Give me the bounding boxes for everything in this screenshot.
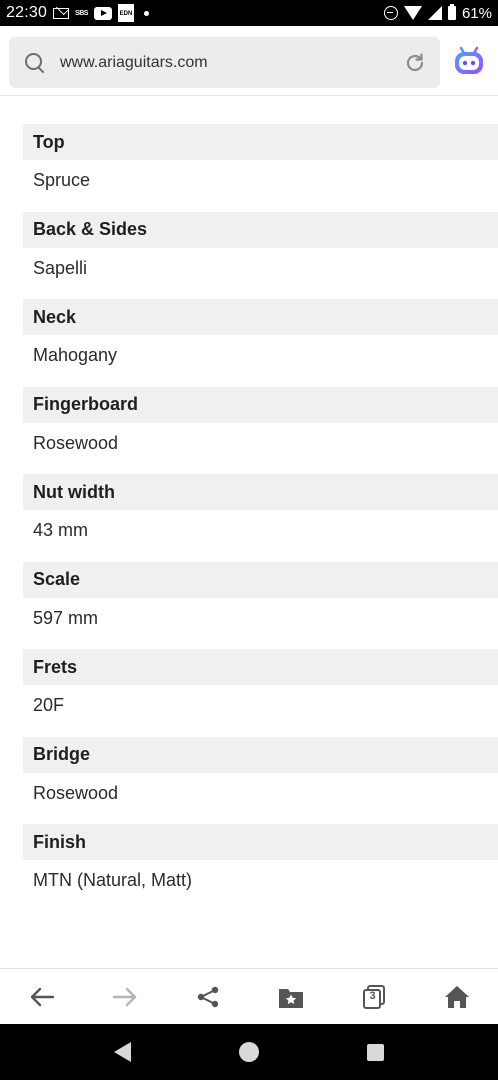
spec-label: Top <box>23 124 498 160</box>
back-arrow-icon <box>30 987 54 1006</box>
spec-value: MTN (Natural, Matt) <box>33 870 193 890</box>
spec-label: Scale <box>23 561 498 598</box>
signal-icon <box>427 6 442 20</box>
tabs-button[interactable]: 3 <box>354 977 394 1017</box>
forward-button[interactable] <box>105 977 145 1017</box>
spec-value: Rosewood <box>33 432 119 453</box>
edn-app-icon: EDN <box>117 4 134 22</box>
nav-home-icon[interactable] <box>239 1042 259 1062</box>
browser-bottom-toolbar: 3 <box>0 968 498 1024</box>
share-button[interactable] <box>188 977 228 1017</box>
address-bar[interactable]: www.ariaguitars.com <box>9 37 440 88</box>
battery-percent: 61% <box>461 4 492 22</box>
spec-label: Finish <box>23 824 498 860</box>
bookmarks-button[interactable] <box>271 977 311 1017</box>
assistant-bot-icon[interactable] <box>452 44 486 78</box>
url-text[interactable]: www.ariaguitars.com <box>60 54 208 72</box>
spec-label: Frets <box>23 649 498 685</box>
spec-value: Rosewood <box>33 782 119 803</box>
wifi-icon <box>403 6 422 20</box>
spec-label: Neck <box>23 299 498 335</box>
home-icon <box>444 985 469 1008</box>
status-bar: 22:30 SBS EDN 61% <box>0 0 498 26</box>
home-button[interactable] <box>437 977 477 1017</box>
bookmarks-icon <box>278 988 303 1008</box>
search-icon <box>24 52 46 74</box>
browser-toolbar: www.ariaguitars.com <box>0 26 498 96</box>
spec-label: Bridge <box>23 736 498 773</box>
reload-icon[interactable] <box>403 51 427 75</box>
youtube-icon <box>93 6 112 20</box>
dnd-icon <box>383 6 398 20</box>
spec-value: 43 mm <box>33 520 89 540</box>
spec-value: Spruce <box>33 170 91 190</box>
notification-dot-icon <box>143 10 149 16</box>
spec-label: Fingerboard <box>23 386 498 423</box>
forward-arrow-icon <box>112 987 136 1006</box>
spec-table: Top Spruce Back & Sides Sapelli Neck Mahogany… <box>23 124 498 912</box>
spec-value: Sapelli <box>33 257 88 278</box>
spec-value: 597 mm <box>33 607 99 628</box>
system-nav-bar <box>0 1024 498 1080</box>
spec-label: Nut width <box>23 474 498 510</box>
share-icon <box>197 986 218 1007</box>
back-button[interactable] <box>22 977 62 1017</box>
spec-value: 20F <box>33 695 65 715</box>
nav-recents-icon[interactable] <box>367 1043 384 1061</box>
mail-icon <box>53 7 70 19</box>
status-time: 22:30 <box>6 4 48 21</box>
tab-count: 3 <box>369 989 376 1002</box>
battery-icon <box>447 4 456 20</box>
sbs-news-icon: SBS <box>75 9 88 17</box>
nav-back-icon[interactable] <box>114 1042 131 1062</box>
spec-value: Mahogany <box>33 345 118 365</box>
spec-label: Back & Sides <box>23 211 498 248</box>
